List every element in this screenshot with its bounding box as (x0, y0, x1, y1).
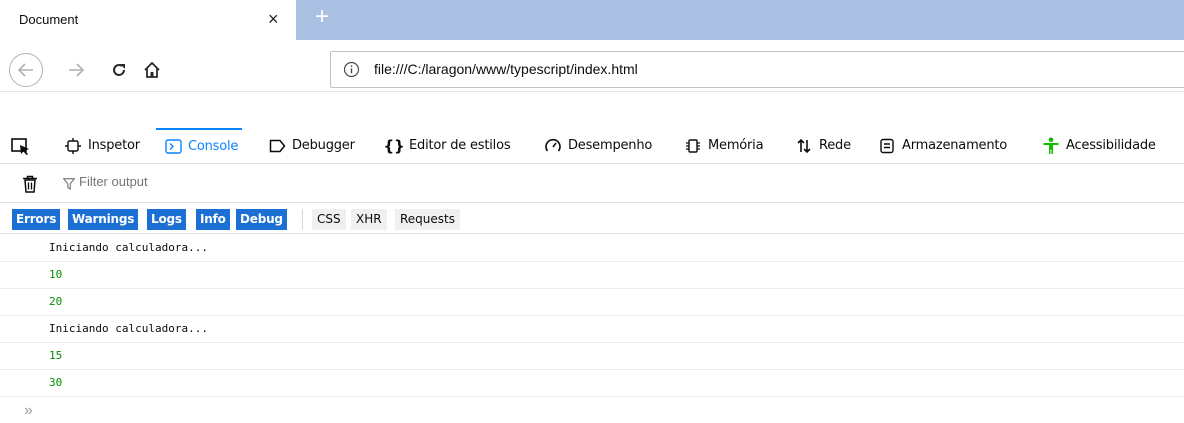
home-icon (144, 61, 160, 78)
network-icon (795, 137, 813, 155)
tab-label: Console (188, 139, 239, 154)
tab-label: Rede (819, 138, 851, 153)
navigation-toolbar: file:///C:/laragon/www/typescript/index.… (0, 40, 1184, 92)
browser-tab[interactable]: Document × (0, 0, 296, 40)
tab-label: Memória (708, 138, 764, 153)
console-level-filters: Errors Warnings Logs Info Debug CSS XHR … (0, 205, 1184, 234)
tab-label: Debugger (292, 138, 355, 153)
console-message: 10 (0, 262, 1184, 289)
new-tab-button[interactable]: + (308, 4, 336, 32)
accessibility-icon (1042, 137, 1060, 155)
filter-debug-button[interactable]: Debug (236, 209, 287, 230)
style-editor-icon: {} (383, 136, 405, 155)
console-message: 20 (0, 289, 1184, 316)
browser-tab-strip: Document × + (0, 0, 1184, 40)
filter-info-button[interactable]: Info (196, 209, 230, 230)
tab-inspetor[interactable]: Inspetor (64, 128, 140, 163)
back-button[interactable] (9, 53, 43, 87)
console-output: Iniciando calculadora... 10 20 Iniciando… (0, 235, 1184, 397)
console-input-prompt[interactable]: » (24, 403, 33, 419)
reload-icon (113, 64, 125, 76)
console-message: 15 (0, 343, 1184, 370)
reload-button[interactable] (107, 58, 131, 82)
filter-logs-button[interactable]: Logs (147, 209, 186, 230)
site-info-icon[interactable] (343, 61, 360, 78)
tab-console[interactable]: Console (156, 128, 243, 163)
inspector-icon (64, 137, 82, 155)
storage-icon (878, 137, 896, 155)
filter-requests-button[interactable]: Requests (395, 209, 460, 230)
performance-icon (544, 137, 562, 155)
forward-button[interactable] (64, 58, 88, 82)
tab-memoria[interactable]: Memória (684, 128, 764, 163)
forward-arrow-icon (69, 63, 85, 77)
home-button[interactable] (140, 58, 164, 82)
tab-label: Armazenamento (902, 138, 1008, 153)
memory-icon (684, 137, 702, 155)
url-bar[interactable]: file:///C:/laragon/www/typescript/index.… (330, 51, 1184, 88)
console-filter-bar (0, 165, 1184, 203)
filter-warnings-button[interactable]: Warnings (68, 209, 139, 230)
filter-css-button[interactable]: CSS (312, 209, 346, 230)
tab-close-button[interactable]: × (268, 9, 279, 29)
tab-label: Inspetor (88, 138, 140, 153)
back-arrow-icon (17, 63, 33, 77)
tab-label: Desempenho (568, 138, 653, 153)
tab-label: Acessibilidade (1066, 138, 1156, 153)
filter-xhr-button[interactable]: XHR (351, 209, 387, 230)
clear-console-trash-icon[interactable] (22, 175, 38, 193)
console-message: Iniciando calculadora... (0, 316, 1184, 343)
tab-label: Editor de estilos (409, 138, 511, 153)
filter-errors-button[interactable]: Errors (12, 209, 61, 230)
devtools-toolbar: Inspetor Console Debugger {} Editor de e… (0, 128, 1184, 164)
console-message: 30 (0, 370, 1184, 397)
debugger-icon (268, 137, 286, 155)
tab-title: Document (19, 12, 79, 27)
filter-separator (302, 209, 303, 230)
tab-acessibilidade[interactable]: Acessibilidade (1042, 128, 1156, 163)
tab-rede[interactable]: Rede (795, 128, 851, 163)
tab-debugger[interactable]: Debugger (268, 128, 355, 163)
element-picker-icon[interactable] (11, 138, 31, 156)
tab-desempenho[interactable]: Desempenho (544, 128, 652, 163)
url-text: file:///C:/laragon/www/typescript/index.… (374, 61, 638, 77)
tab-armazenamento[interactable]: Armazenamento (878, 128, 1007, 163)
console-icon (164, 138, 182, 156)
filter-output-input[interactable] (79, 174, 379, 189)
tab-editor-de-estilos[interactable]: {} Editor de estilos (383, 128, 511, 163)
filter-icon (63, 178, 75, 190)
console-message: Iniciando calculadora... (0, 235, 1184, 262)
